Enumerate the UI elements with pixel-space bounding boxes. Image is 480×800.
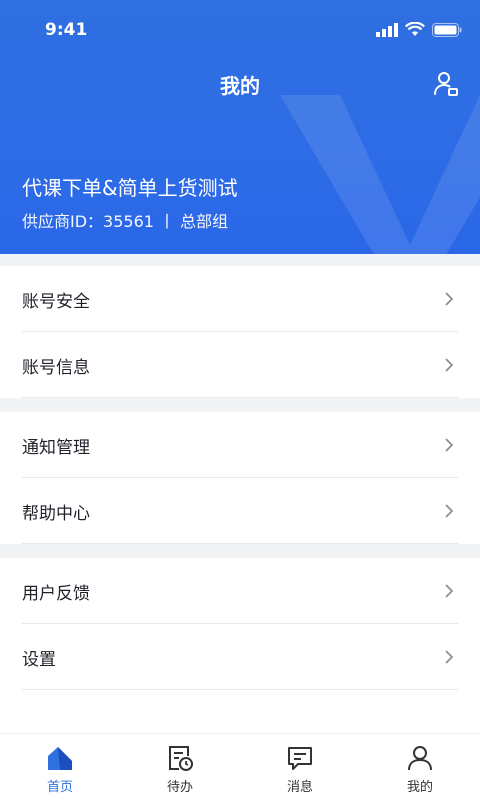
menu-item-label: 用户反馈 — [22, 583, 90, 604]
chevron-right-icon — [445, 438, 454, 452]
menu-item-label: 通知管理 — [22, 437, 90, 458]
menu-item-help-center[interactable]: 帮助中心 — [0, 478, 480, 544]
tab-label: 首页 — [46, 780, 73, 795]
tab-todo[interactable]: 待办 — [120, 734, 240, 800]
status-icons — [376, 22, 462, 37]
supplier-info: 供应商ID：35561 丨 总部组 — [22, 212, 229, 231]
bottom-tab-bar: 首页 待办 消息 我的 — [0, 734, 480, 800]
menu-item-notification-management[interactable]: 通知管理 — [0, 412, 480, 478]
tab-label: 消息 — [286, 780, 313, 795]
status-time: 9:41 — [45, 20, 88, 40]
menu-item-label: 账号信息 — [22, 357, 90, 378]
profile-header: 9:41 我的 代课下单&简单上货测试 供应商ID：35561 丨 总部组 — [0, 0, 480, 254]
todo-icon — [169, 746, 193, 771]
menu-item-label: 设置 — [22, 649, 56, 670]
tab-messages[interactable]: 消息 — [240, 734, 360, 800]
chevron-right-icon — [445, 584, 454, 598]
user-icon — [408, 746, 432, 771]
menu-group-notification: 通知管理 帮助中心 — [0, 412, 480, 544]
menu-item-account-security[interactable]: 账号安全 — [0, 266, 480, 332]
logo-watermark-icon — [280, 95, 480, 254]
menu-item-account-info[interactable]: 账号信息 — [0, 332, 480, 398]
status-bar: 9:41 — [0, 0, 480, 60]
divider — [22, 397, 458, 398]
menu-group-account: 账号安全 账号信息 — [0, 266, 480, 398]
battery-icon — [432, 22, 462, 37]
wifi-icon — [405, 22, 425, 36]
signal-icon — [376, 22, 398, 37]
menu-group-feedback: 用户反馈 设置 — [0, 558, 480, 734]
divider — [22, 543, 458, 544]
menu-item-settings[interactable]: 设置 — [0, 624, 480, 690]
tab-mine[interactable]: 我的 — [360, 734, 480, 800]
divider — [22, 689, 458, 690]
chevron-right-icon — [445, 650, 454, 664]
company-name: 代课下单&简单上货测试 — [22, 176, 238, 200]
home-icon — [48, 747, 72, 770]
message-icon — [288, 747, 312, 770]
chevron-right-icon — [445, 358, 454, 372]
tab-home[interactable]: 首页 — [0, 734, 120, 800]
menu-item-user-feedback[interactable]: 用户反馈 — [0, 558, 480, 624]
chevron-right-icon — [445, 504, 454, 518]
tab-label: 我的 — [406, 780, 433, 795]
chevron-right-icon — [445, 292, 454, 306]
account-settings-icon[interactable] — [432, 70, 460, 98]
menu-item-label: 账号安全 — [22, 291, 90, 312]
menu-item-label: 帮助中心 — [22, 503, 90, 524]
tab-label: 待办 — [166, 780, 193, 795]
page-title: 我的 — [220, 74, 260, 98]
